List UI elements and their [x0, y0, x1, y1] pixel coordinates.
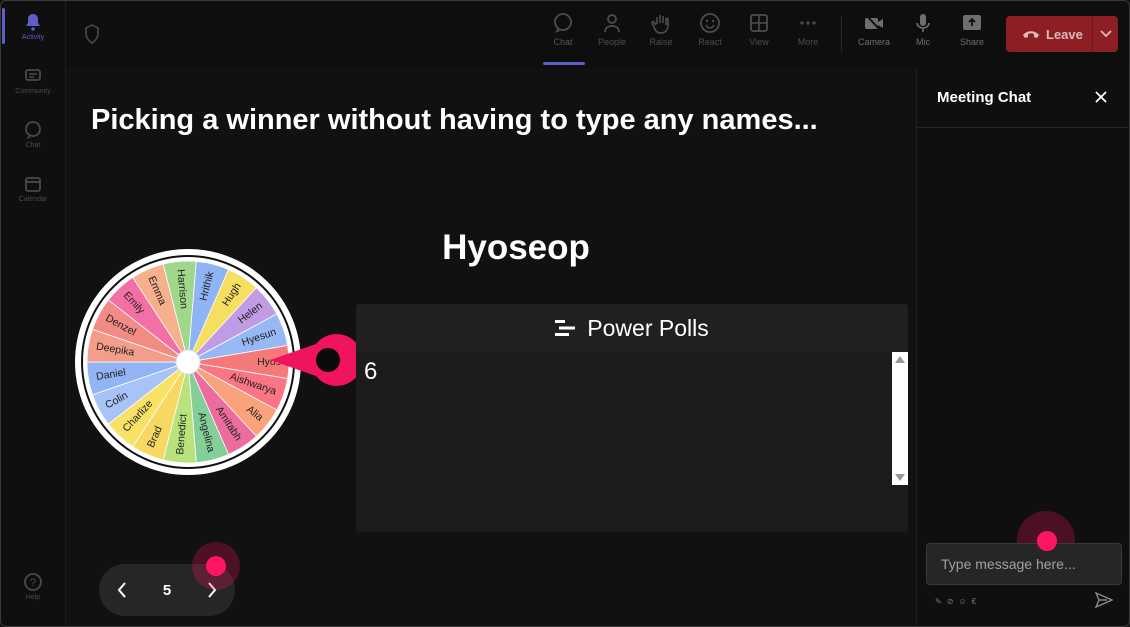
attach-icon[interactable]: ⊘ [947, 597, 954, 606]
rail-item-community[interactable]: Community [0, 66, 66, 95]
poll-result-value: 6 [364, 358, 378, 385]
toolbar-label: React [698, 37, 722, 47]
camera-icon [865, 14, 883, 33]
format-icon[interactable]: ✎ [935, 597, 942, 606]
rail-label: Community [15, 88, 51, 95]
active-tab-indicator [543, 62, 585, 65]
toolbar-people-button[interactable]: People [590, 12, 634, 47]
meeting-chat-panel: Meeting Chat ✎ ⊘ ☺ € [916, 68, 1130, 627]
chevron-down-icon[interactable] [1092, 16, 1118, 52]
gif-icon[interactable]: € [972, 597, 976, 606]
toolbar-camera-button[interactable]: Camera [852, 12, 896, 47]
mic-icon [916, 14, 930, 32]
slide-number: 5 [162, 581, 172, 599]
rail-label: Chat [25, 142, 41, 149]
wheel-hub[interactable] [175, 349, 201, 375]
toolbar-label: Mic [916, 37, 930, 47]
toolbar-label: People [597, 37, 627, 47]
emoji-icon[interactable]: ☺ [958, 597, 966, 606]
toolbar-label: View [749, 37, 769, 47]
meeting-toolbar: Chat People Raise React View More Camera… [66, 0, 1130, 68]
rail-item-activity[interactable]: Activity [0, 8, 66, 44]
share-icon [963, 15, 981, 30]
toolbar-label: Camera [857, 37, 890, 47]
raise-hand-icon [651, 15, 669, 34]
chat-format-toolbar: ✎ ⊘ ☺ € [935, 597, 976, 606]
people-icon [604, 14, 620, 33]
leave-button[interactable]: Leave [1006, 16, 1118, 52]
chevron-left-icon [117, 582, 126, 598]
send-icon [1095, 592, 1113, 608]
shared-content-stage: Picking a winner without having to type … [66, 68, 916, 627]
toolbar-react-button[interactable]: React [688, 12, 732, 47]
rail-item-calendar[interactable]: Calendar [0, 174, 66, 203]
grid-icon [750, 14, 768, 32]
rail-label: Calendar [18, 196, 48, 203]
emoji-icon [700, 13, 720, 33]
toolbar-divider [841, 16, 842, 52]
power-polls-panel: Power Polls 6 [356, 304, 908, 532]
leave-label: Leave [1046, 26, 1083, 42]
scroll-down-arrow-icon[interactable] [895, 474, 905, 481]
rail-item-help[interactable]: ? Help [0, 572, 66, 601]
previous-slide-button[interactable] [117, 582, 127, 598]
community-icon [25, 69, 41, 81]
calendar-icon [25, 177, 41, 192]
close-icon[interactable] [1094, 90, 1108, 104]
toolbar-label: Raise [649, 37, 673, 47]
toolbar-share-button[interactable]: Share [950, 12, 994, 47]
poll-title: Power Polls [587, 314, 709, 341]
shield-icon [84, 23, 100, 49]
poll-bars-icon [555, 319, 576, 337]
chat-icon [554, 13, 572, 33]
help-icon: ? [24, 573, 42, 591]
toolbar-label: Chat [553, 37, 573, 47]
app-rail: Activity Community Chat Calendar ? Help [0, 0, 66, 627]
toolbar-view-button[interactable]: View [737, 12, 781, 47]
slide-headline: Picking a winner without having to type … [91, 104, 818, 136]
toolbar-chat-button[interactable]: Chat [541, 12, 585, 47]
bell-icon [26, 14, 40, 31]
toolbar-more-button[interactable]: More [786, 12, 830, 47]
svg-text:?: ? [30, 577, 36, 589]
phone-hangup-icon [1022, 27, 1040, 42]
toolbar-label: More [797, 37, 819, 47]
wheel-pointer-icon [270, 334, 356, 386]
rail-label: Help [25, 594, 41, 601]
scroll-up-arrow-icon[interactable] [895, 356, 905, 363]
cursor-pointer-icon [206, 556, 226, 576]
chat-message-input[interactable] [926, 543, 1122, 585]
toolbar-label: Share [959, 37, 985, 47]
cursor-pointer-icon [1037, 531, 1057, 551]
chat-title: Meeting Chat [937, 89, 1032, 106]
poll-scrollbar[interactable] [892, 352, 908, 485]
rail-label: Activity [21, 34, 45, 41]
winner-name: Hyoseop [442, 228, 590, 267]
rail-item-chat[interactable]: Chat [0, 120, 66, 149]
toolbar-mic-button[interactable]: Mic [901, 12, 945, 47]
chat-icon [25, 121, 41, 139]
poll-header: Power Polls [356, 304, 908, 352]
toolbar-raise-button[interactable]: Raise [639, 12, 683, 47]
send-button[interactable] [1095, 592, 1113, 608]
more-icon [800, 21, 816, 25]
